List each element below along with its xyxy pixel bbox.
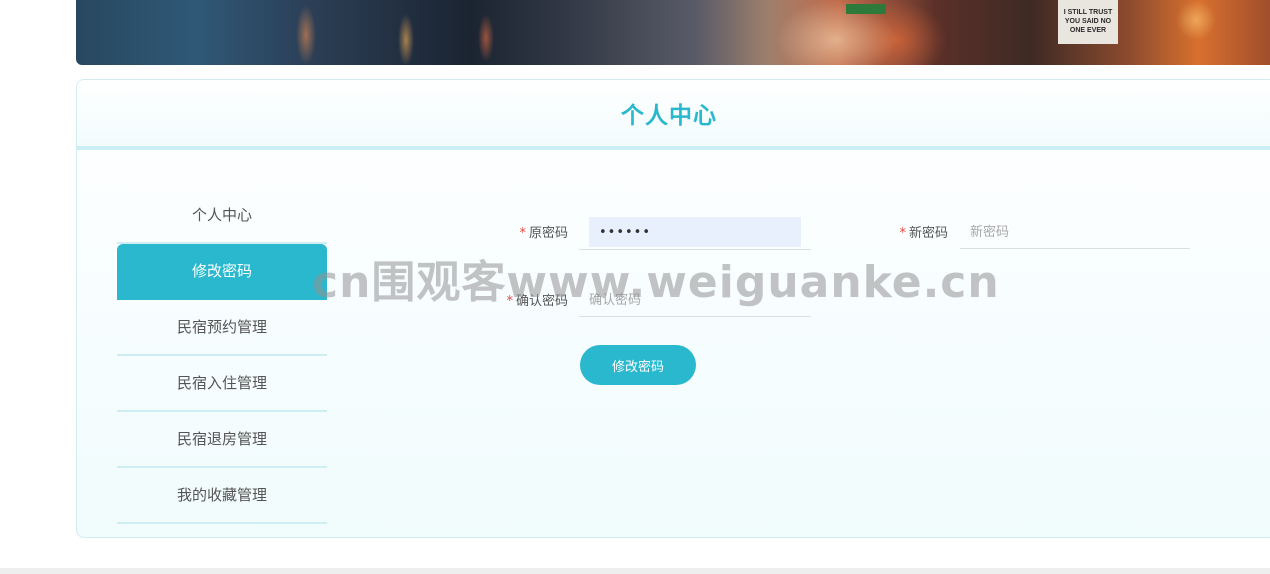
page-title: 个人中心 xyxy=(621,103,717,129)
new-password-label: * 新密码 xyxy=(872,222,948,241)
old-password-label-text: 原密码 xyxy=(528,226,568,241)
sidebar-item-checkout-management[interactable]: 民宿退房管理 xyxy=(117,412,327,468)
new-password-field[interactable] xyxy=(960,217,1190,249)
billboard-sign: I STILL TRUST YOU SAID NO ONE EVER xyxy=(1058,0,1118,44)
required-asterisk: * xyxy=(899,226,906,241)
personal-center-panel: 个人中心 个人中心 修改密码 民宿预约管理 民宿入住管理 民宿退房管理 我的收藏… xyxy=(76,79,1270,538)
confirm-password-field[interactable] xyxy=(579,285,811,317)
old-password-underline xyxy=(579,249,811,250)
new-password-label-text: 新密码 xyxy=(908,226,948,241)
header-banner-image: I STILL TRUST YOU SAID NO ONE EVER xyxy=(76,0,1270,65)
required-asterisk: * xyxy=(506,294,513,309)
sidebar-item-booking-management[interactable]: 民宿预约管理 xyxy=(117,300,327,356)
sidebar-menu: 个人中心 修改密码 民宿预约管理 民宿入住管理 民宿退房管理 我的收藏管理 xyxy=(117,188,327,524)
change-password-button[interactable]: 修改密码 xyxy=(580,345,696,385)
sidebar-item-favorites-management[interactable]: 我的收藏管理 xyxy=(117,468,327,524)
footer-strip xyxy=(0,568,1270,574)
old-password-field[interactable] xyxy=(589,217,801,247)
old-password-label: * 原密码 xyxy=(492,222,568,241)
sidebar-item-checkin-management[interactable]: 民宿入住管理 xyxy=(117,356,327,412)
sidebar-item-personal-center[interactable]: 个人中心 xyxy=(117,188,327,244)
sidebar-item-change-password[interactable]: 修改密码 xyxy=(117,244,327,300)
required-asterisk: * xyxy=(519,226,526,241)
confirm-password-label-text: 确认密码 xyxy=(515,294,568,309)
road-sign-decoration xyxy=(846,4,886,14)
panel-header: 个人中心 xyxy=(77,80,1270,150)
confirm-password-label: * 确认密码 xyxy=(482,290,568,309)
